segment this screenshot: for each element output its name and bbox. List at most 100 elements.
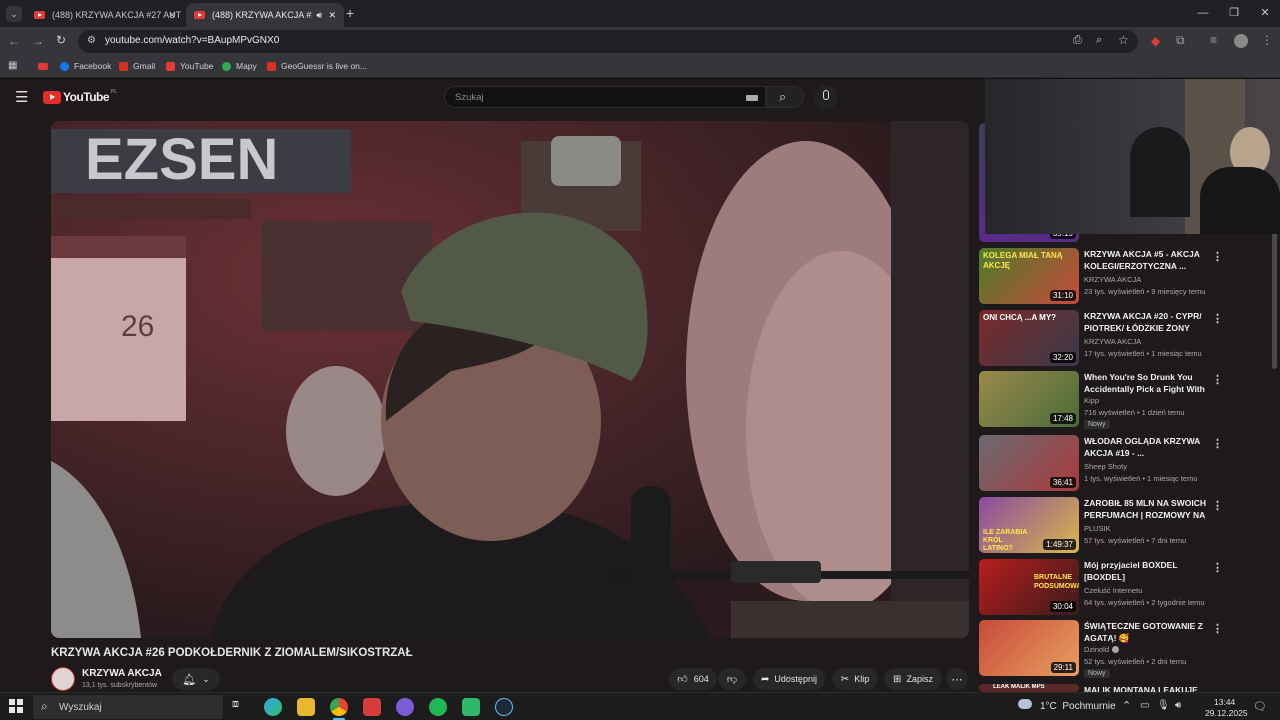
- weather-text[interactable]: 1°C Pochmurnie: [1040, 701, 1116, 712]
- microphone-icon[interactable]: 🎙︎: [1157, 700, 1170, 711]
- file-explorer-icon[interactable]: [297, 698, 315, 716]
- tab-search-icon[interactable]: ⌄: [6, 6, 22, 22]
- video-title[interactable]: KRZYWA AKCJA #20 - CYPR/ PIOTREK/ ŁÓDZKI…: [1084, 310, 1209, 334]
- channel-name[interactable]: KRZYWA AKCJA: [1084, 337, 1141, 346]
- zoom-icon[interactable]: ⌕: [1096, 34, 1102, 47]
- back-icon[interactable]: ←: [8, 34, 20, 48]
- minimize-button[interactable]: —: [1188, 4, 1218, 22]
- channel-name[interactable]: KRZYWA AKCJA: [82, 668, 162, 679]
- extension-red-icon[interactable]: ◆: [1151, 34, 1160, 48]
- close-window-button[interactable]: ✕: [1250, 4, 1280, 22]
- tab-1[interactable]: (488) KRZYWA AKCJA #27 AUT ✕: [26, 3, 184, 27]
- more-icon[interactable]: ⋮: [1212, 312, 1223, 325]
- spotify-icon[interactable]: [429, 698, 447, 716]
- voice-search-button[interactable]: [814, 85, 838, 109]
- clock-date[interactable]: 29.12.2025: [1205, 708, 1248, 718]
- video-thumbnail[interactable]: 29:11: [979, 620, 1079, 676]
- video-thumbnail[interactable]: 17:48: [979, 371, 1079, 427]
- wps-office-icon[interactable]: [363, 698, 381, 716]
- bookmark-geoguessr[interactable]: GeoGuessr is live on...: [267, 61, 367, 71]
- bookmark-facebook[interactable]: Facebook: [60, 61, 111, 71]
- list-item[interactable]: LEAK MALIK MPS MALIK MONTANA LEAKUJE: [979, 684, 1269, 692]
- video-thumbnail[interactable]: ONI CHCĄ ...A MY? 32:20: [979, 310, 1079, 366]
- bookmark-youtube[interactable]: YouTube: [166, 61, 213, 71]
- windows-start-icon[interactable]: [9, 699, 23, 713]
- channel-name[interactable]: Dzinold: [1084, 645, 1120, 654]
- menu-kebab-icon[interactable]: ⋮: [1261, 33, 1273, 47]
- search-input[interactable]: Szukaj: [444, 86, 766, 108]
- edge-icon[interactable]: [264, 698, 282, 716]
- save-button[interactable]: ⊞ Zapisz: [884, 668, 942, 690]
- forward-icon[interactable]: →: [32, 34, 44, 48]
- video-title[interactable]: When You're So Drunk You Accidentally Pi…: [1084, 371, 1209, 395]
- share-button[interactable]: ➦ Udostępnij: [753, 668, 825, 690]
- bookmark-gmail[interactable]: Gmail: [119, 61, 155, 71]
- steam-icon[interactable]: [495, 698, 513, 716]
- list-item[interactable]: 29:11 ŚWIĄTECZNE GOTOWANIE Z AGATĄ! 🥰 Dz…: [979, 620, 1269, 680]
- video-title[interactable]: ŚWIĄTECZNE GOTOWANIE Z AGATĄ! 🥰: [1084, 620, 1209, 644]
- channel-name[interactable]: Czeluść Internetu: [1084, 586, 1142, 595]
- volume-icon[interactable]: 🔊︎: [1175, 700, 1181, 711]
- channel-name[interactable]: Sheep Shoty: [1084, 462, 1127, 471]
- bookmark-star-icon[interactable]: ☆: [1118, 33, 1129, 47]
- video-thumbnail[interactable]: LEAK MALIK MPS: [979, 684, 1079, 692]
- media-control-icon[interactable]: ≡: [1210, 33, 1217, 47]
- tab-2-active[interactable]: (488) KRZYWA AKCJA #26 P 🔊︎ ✕: [186, 3, 344, 27]
- list-item[interactable]: 36:41 WŁODAR OGLĄDA KRZYWA AKCJA #19 - .…: [979, 435, 1269, 491]
- bookmark-maps[interactable]: Mapy: [222, 61, 257, 71]
- more-icon[interactable]: ⋮: [1212, 561, 1223, 574]
- profile-avatar[interactable]: [1234, 34, 1248, 48]
- video-thumbnail[interactable]: KOLEGA MIAŁ TANĄ AKCJĘ 31:10: [979, 248, 1079, 304]
- youtube-logo[interactable]: YouTube PL: [43, 89, 117, 104]
- app-green-icon[interactable]: [462, 698, 480, 716]
- notification-icon[interactable]: 🗨︎: [1253, 700, 1267, 713]
- clock-time[interactable]: 13:44: [1214, 697, 1235, 707]
- bookmark-youtube-icon[interactable]: [38, 63, 48, 70]
- restore-button[interactable]: ❐: [1219, 4, 1249, 22]
- reload-icon[interactable]: ↻: [56, 33, 66, 47]
- notifications-bell-button[interactable]: 🔔︎ ⌄: [172, 668, 220, 690]
- video-title[interactable]: ZAROBIŁ 85 MLN NA SWOICH PERFUMACH | ROZ…: [1084, 497, 1209, 521]
- apps-grid-icon[interactable]: ▦: [8, 60, 17, 71]
- address-bar[interactable]: ⚙︎ youtube.com/watch?v=BAupMPvGNX0 ⎙ ⌕ ☆: [78, 30, 1138, 53]
- video-thumbnail[interactable]: BRUTALNE PODSUMOWANIE 30:04: [979, 559, 1079, 615]
- install-app-icon[interactable]: ⎙: [1073, 34, 1082, 47]
- dislike-button[interactable]: 👎︎: [718, 668, 746, 690]
- speaker-icon[interactable]: 🔊︎: [316, 10, 322, 21]
- video-thumbnail[interactable]: 36:41: [979, 435, 1079, 491]
- channel-name[interactable]: Kipp: [1084, 396, 1099, 405]
- video-title[interactable]: MALIK MONTANA LEAKUJE: [1084, 684, 1209, 692]
- close-icon[interactable]: ✕: [328, 10, 336, 21]
- task-view-icon[interactable]: ⧈: [232, 698, 250, 716]
- list-item[interactable]: BRUTALNE PODSUMOWANIE 30:04 Mój przyjaci…: [979, 559, 1269, 615]
- more-icon[interactable]: ⋮: [1212, 373, 1223, 386]
- channel-avatar[interactable]: [51, 667, 75, 691]
- discord-icon[interactable]: [396, 698, 414, 716]
- like-button[interactable]: 👍︎ 604: [669, 668, 717, 690]
- video-thumbnail[interactable]: ILE ZARABIA KRÓL LATINO? 1:49:37: [979, 497, 1079, 553]
- list-item[interactable]: 17:48 When You're So Drunk You Accidenta…: [979, 371, 1269, 431]
- list-item[interactable]: ONI CHCĄ ...A MY? 32:20 KRZYWA AKCJA #20…: [979, 310, 1269, 366]
- taskbar-search-input[interactable]: ⌕ Wyszukaj: [33, 695, 223, 719]
- new-tab-button[interactable]: +: [346, 5, 354, 21]
- more-icon[interactable]: ⋮: [1212, 250, 1223, 263]
- more-icon[interactable]: ⋮: [1212, 499, 1223, 512]
- more-actions-button[interactable]: ⋯: [946, 668, 968, 690]
- search-button[interactable]: ⌕: [766, 86, 804, 108]
- video-title[interactable]: KRZYWA AKCJA #5 - AKCJA KOLEGI/ERZOTYCZN…: [1084, 248, 1209, 272]
- scrollbar-thumb[interactable]: [1272, 229, 1277, 369]
- channel-name[interactable]: KRZYWA AKCJA: [1084, 275, 1141, 284]
- list-item[interactable]: ILE ZARABIA KRÓL LATINO? 1:49:37 ZAROBIŁ…: [979, 497, 1269, 553]
- close-icon[interactable]: ✕: [168, 10, 176, 21]
- video-title[interactable]: WŁODAR OGLĄDA KRZYWA AKCJA #19 - ...: [1084, 435, 1209, 459]
- channel-name[interactable]: PLUSIK: [1084, 524, 1111, 533]
- clip-button[interactable]: ✂︎ Klip: [832, 668, 878, 690]
- more-icon[interactable]: ⋮: [1212, 437, 1223, 450]
- hamburger-menu-icon[interactable]: ☰: [15, 88, 28, 106]
- site-info-icon[interactable]: ⚙︎: [87, 35, 96, 46]
- keyboard-icon[interactable]: [746, 95, 758, 101]
- video-title[interactable]: Mój przyjaciel BOXDEL [BOXDEL]: [1084, 559, 1209, 583]
- url-text[interactable]: youtube.com/watch?v=BAupMPvGNX0: [105, 35, 279, 46]
- video-player[interactable]: 26 EZSEN: [51, 121, 969, 638]
- extensions-puzzle-icon[interactable]: ⧉: [1176, 33, 1185, 48]
